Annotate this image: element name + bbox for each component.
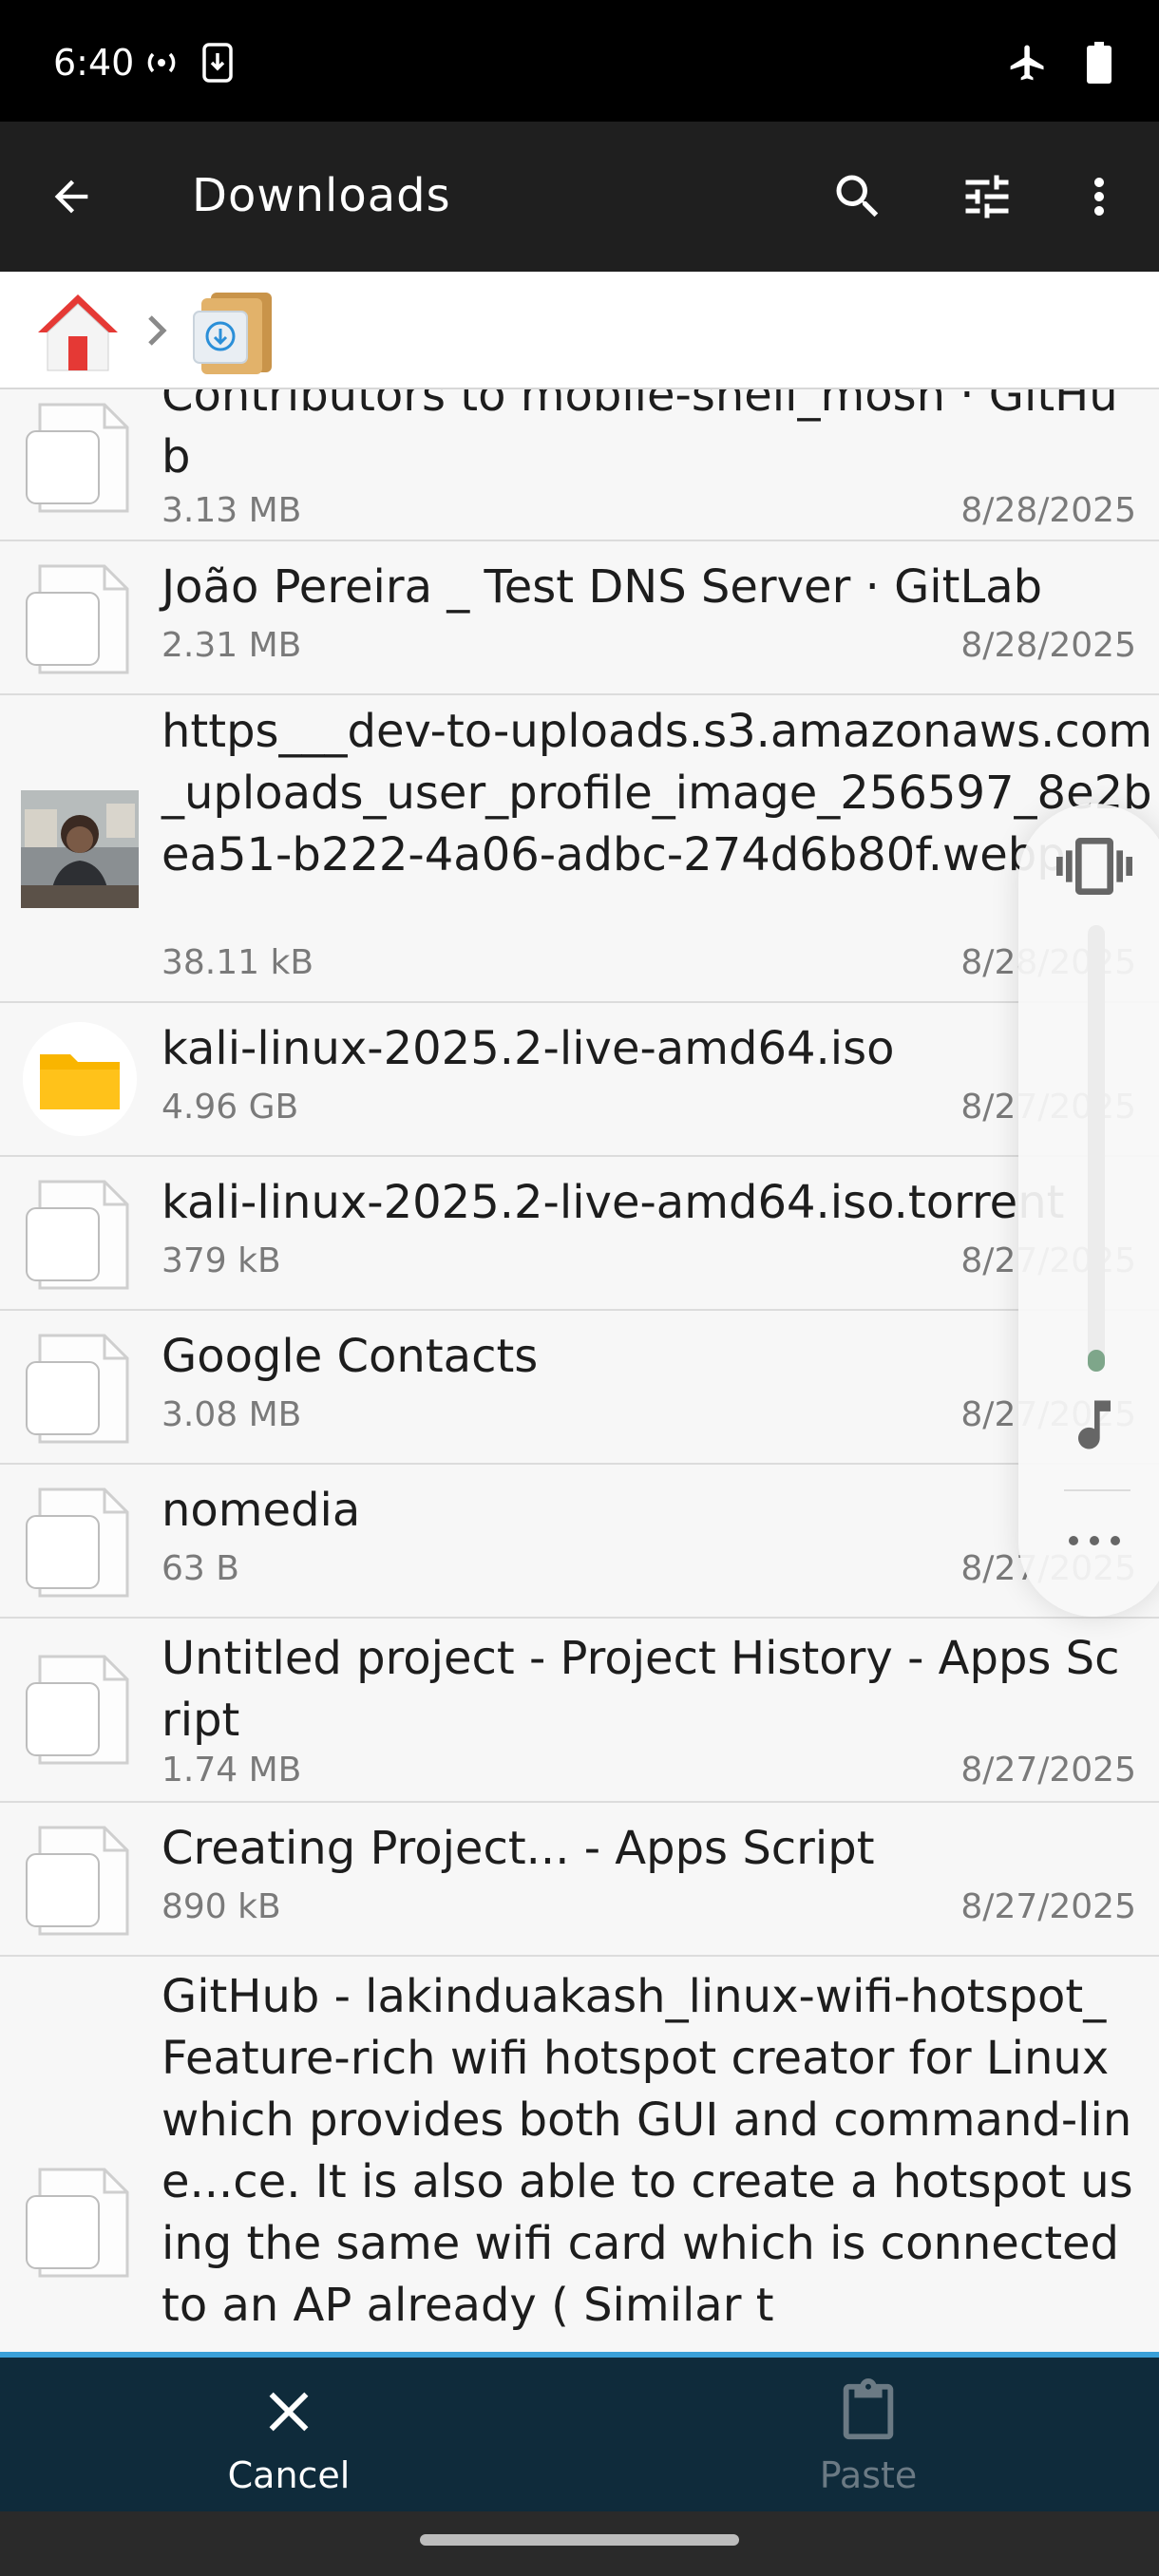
file-date: 8/28/2025: [960, 626, 1136, 665]
volume-slider[interactable]: [1088, 925, 1105, 1372]
file-icon: [26, 1826, 129, 1936]
battery-icon: [1087, 42, 1112, 84]
file-icon: [26, 1487, 129, 1598]
home-icon[interactable]: [34, 289, 122, 376]
file-icon: [26, 403, 129, 513]
tune-icon: [965, 175, 1009, 218]
file-name: kali-linux-2025.2-live-amd64.iso.torrent: [162, 1176, 1065, 1229]
volume-divider: [1064, 1489, 1130, 1491]
file-icon: [26, 1180, 129, 1290]
vibrate-icon[interactable]: [1056, 828, 1132, 904]
file-name: nomedia: [162, 1484, 361, 1537]
file-size: 38.11 kB: [162, 943, 314, 982]
paste-label: Paste: [819, 2454, 918, 2496]
chevron-right-icon: [148, 315, 167, 346]
file-size: 2.31 MB: [162, 626, 302, 665]
file-name: https___dev-to-uploads.s3.amazonaws.com_…: [162, 705, 1152, 881]
list-item[interactable]: nomedia 63 B 8/27/2025: [0, 1465, 1159, 1619]
list-item[interactable]: Contributors to mobile-shell_mosh · GitH…: [0, 389, 1159, 541]
clipboard-icon: [843, 2378, 894, 2440]
file-icon: [26, 2168, 129, 2278]
airplane-icon: [1010, 45, 1044, 81]
music-note-icon[interactable]: [1062, 1392, 1127, 1457]
file-name: Contributors to mobile-shell_mosh · GitH…: [162, 389, 1118, 483]
status-time: 6:40: [53, 42, 135, 84]
file-size: 379 kB: [162, 1241, 281, 1280]
action-bar: Cancel Paste: [0, 2352, 1159, 2511]
file-size: 890 kB: [162, 1887, 281, 1926]
file-name: João Pereira _ Test DNS Server · GitLab: [162, 560, 1043, 614]
breadcrumb: [0, 272, 1159, 389]
list-item[interactable]: kali-linux-2025.2-live-amd64.iso 4.96 GB…: [0, 1003, 1159, 1157]
file-size: 4.96 GB: [162, 1088, 299, 1127]
list-item[interactable]: GitHub - lakinduakash_linux-wifi-hotspot…: [0, 1957, 1159, 2354]
status-bar: 6:40: [0, 0, 1159, 122]
app-bar: Downloads: [0, 122, 1159, 272]
file-name: Untitled project - Project History - App…: [162, 1632, 1120, 1747]
page-title: Downloads: [192, 169, 451, 222]
list-item[interactable]: Untitled project - Project History - App…: [0, 1619, 1159, 1803]
hotspot-icon: [147, 52, 176, 73]
volume-panel[interactable]: [1018, 804, 1159, 1617]
more-options-button[interactable]: [1066, 163, 1132, 230]
file-date: 8/27/2025: [960, 1751, 1136, 1790]
file-name: Creating Project... - Apps Script: [162, 1822, 875, 1875]
list-item[interactable]: Creating Project... - Apps Script 890 kB…: [0, 1803, 1159, 1957]
downloads-folder-icon[interactable]: [186, 287, 277, 378]
volume-slider-fill: [1088, 1349, 1105, 1372]
file-name: GitHub - lakinduakash_linux-wifi-hotspot…: [162, 1970, 1134, 2332]
back-arrow-icon: [54, 180, 88, 214]
file-name: Google Contacts: [162, 1330, 539, 1383]
file-icon: [26, 1334, 129, 1444]
folder-icon: [23, 1022, 137, 1136]
cancel-label: Cancel: [227, 2454, 351, 2496]
filter-button[interactable]: [954, 163, 1020, 230]
list-item[interactable]: Google Contacts 3.08 MB 8/27/2025: [0, 1311, 1159, 1465]
close-icon: [269, 2392, 309, 2432]
search-button[interactable]: [825, 163, 891, 230]
file-size: 1.74 MB: [162, 1751, 302, 1790]
file-date: 8/28/2025: [960, 491, 1136, 530]
more-horiz-icon[interactable]: [1060, 1518, 1129, 1563]
list-item[interactable]: https___dev-to-uploads.s3.amazonaws.com_…: [0, 695, 1159, 1003]
more-vert-icon: [1094, 178, 1104, 216]
navigation-bar: [0, 2511, 1159, 2576]
file-icon: [26, 1655, 129, 1765]
file-icon: [26, 564, 129, 674]
file-date: 8/27/2025: [960, 1887, 1136, 1926]
file-size: 63 B: [162, 1549, 239, 1588]
search-icon: [836, 175, 879, 218]
file-size: 3.13 MB: [162, 491, 302, 530]
status-left-icons: [142, 42, 234, 84]
list-item[interactable]: kali-linux-2025.2-live-amd64.iso.torrent…: [0, 1157, 1159, 1311]
cancel-button[interactable]: Cancel: [146, 2371, 431, 2504]
paste-button[interactable]: Paste: [726, 2371, 1011, 2504]
status-right-icons: [1007, 42, 1112, 84]
home-gesture-handle[interactable]: [420, 2534, 739, 2546]
file-list[interactable]: Contributors to mobile-shell_mosh · GitH…: [0, 389, 1159, 2354]
file-name: kali-linux-2025.2-live-amd64.iso: [162, 1022, 895, 1075]
file-size: 3.08 MB: [162, 1395, 302, 1434]
image-thumbnail: [21, 790, 139, 908]
back-button[interactable]: [38, 163, 104, 230]
download-status-icon: [202, 43, 233, 83]
list-item[interactable]: João Pereira _ Test DNS Server · GitLab …: [0, 541, 1159, 695]
